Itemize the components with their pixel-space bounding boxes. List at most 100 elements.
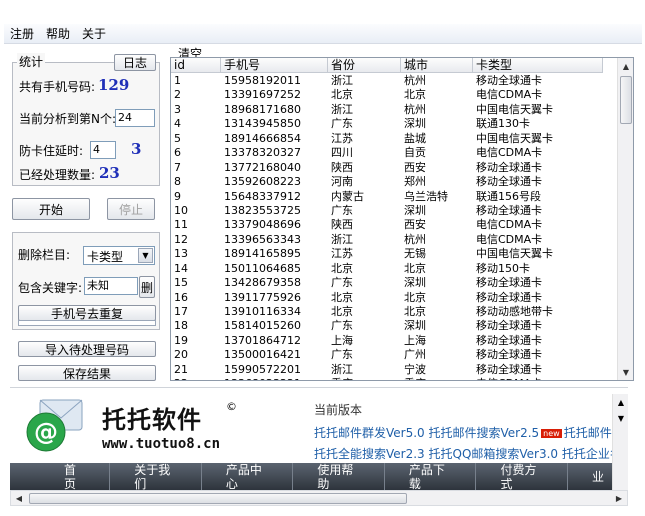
table-cell: 深圳 — [404, 276, 426, 290]
table-cell: 电信CDMA卡 — [476, 88, 543, 102]
banner-hscrollbar[interactable]: ◀ ▶ — [10, 490, 628, 506]
table-cell: 6 — [174, 146, 181, 160]
table-cell: 13911775926 — [224, 290, 301, 304]
banner-vscrollbar[interactable]: ▲ ▼ — [612, 394, 628, 490]
table-cell: 广州 — [404, 348, 426, 362]
table-row[interactable]: 21 15990572201 浙江 宁波 移动全球通卡 — [171, 363, 603, 377]
table-row[interactable]: 4 13143945850 广东 深圳 联通130卡 — [171, 117, 603, 131]
table-cell: 浙江 — [331, 74, 353, 87]
table-cell: 移动全球通卡 — [476, 175, 542, 189]
stats-group-title: 统计 — [17, 53, 46, 70]
table-row[interactable]: 14 15011064685 北京 北京 移动150卡 — [171, 262, 603, 276]
table-row[interactable]: 17 13910116334 北京 北京 移动动感地带卡 — [171, 305, 603, 319]
scroll-right-icon[interactable]: ▶ — [611, 491, 627, 505]
table-cell: 5 — [174, 131, 181, 145]
table-cell: 江苏 — [331, 247, 353, 261]
table-row[interactable]: 2213368023221重庆重庆电信CDMA卡 — [171, 377, 603, 380]
save-button[interactable]: 保存结果 — [18, 365, 156, 381]
menu-register[interactable]: 注册 — [4, 25, 40, 42]
nav-about[interactable]: 关于我们 — [110, 463, 202, 490]
table-cell: 15958192011 — [224, 74, 301, 87]
stop-button[interactable]: 停止 — [107, 198, 155, 220]
table-cell: 14 — [174, 261, 188, 275]
table-cell: 广东 — [331, 276, 353, 290]
table-cell: 电信CDMA卡 — [476, 146, 543, 160]
nav-download[interactable]: 产品下载 — [385, 463, 477, 490]
keyword-input[interactable]: 未知 — [84, 277, 138, 295]
table-cell: 四川 — [331, 146, 353, 160]
table-row[interactable]: 5 18914666854 江苏 盐城 中国电信天翼卡 — [171, 132, 603, 146]
table-cell: 20 — [174, 348, 188, 362]
product-links-line2[interactable]: 托托全能搜索Ver2.3 托托QQ邮箱搜索Ver3.0 托托企业名 — [314, 445, 622, 462]
table-row[interactable]: 16 13911775926 北京 北京 移动全球通卡 — [171, 291, 603, 305]
table-row[interactable]: 3 18968171680 浙江 杭州 中国电信天翼卡 — [171, 103, 603, 117]
table-cell: 中国电信天翼卡 — [476, 247, 553, 261]
table-row[interactable]: 7 13772168040 陕西 西安 移动全球通卡 — [171, 161, 603, 175]
table-row[interactable]: 15 13428679358 广东 深圳 移动全球通卡 — [171, 276, 603, 290]
menu-help[interactable]: 帮助 — [40, 25, 76, 42]
table-body: 1 15958192011 浙江 杭州 移动全球通卡 2 13391697252 北京 北京 电信… — [171, 74, 603, 380]
nav-products[interactable]: 产品中心 — [202, 463, 294, 490]
header-id[interactable]: id — [171, 58, 221, 72]
table-row[interactable]: 1 15958192011 浙江 杭州 移动全球通卡 — [171, 74, 603, 88]
table-row[interactable]: 10 13823553725 广东 深圳 移动全球通卡 — [171, 204, 603, 218]
table-row[interactable]: 18 15814015260 广东 深圳 移动全球通卡 — [171, 319, 603, 333]
header-phone[interactable]: 手机号 — [221, 58, 328, 72]
nav-help[interactable]: 使用帮助 — [293, 463, 385, 490]
hscroll-thumb[interactable] — [29, 493, 407, 504]
start-button[interactable]: 开始 — [12, 198, 90, 220]
banner-scroll-up-icon[interactable]: ▲ — [613, 394, 629, 410]
chevron-down-icon[interactable]: ▼ — [138, 248, 153, 263]
dedupe-button[interactable]: 手机号去重复 — [18, 305, 156, 321]
table-row[interactable]: 6 13378320327 四川 自贡 电信CDMA卡 — [171, 146, 603, 160]
nth-input[interactable]: 24 — [115, 109, 155, 127]
table-vscrollbar[interactable]: ▲ ▼ — [617, 58, 633, 380]
header-province[interactable]: 省份 — [328, 58, 401, 72]
table-row[interactable]: 19 13701864712 上海 上海 移动全球通卡 — [171, 334, 603, 348]
log-button[interactable]: 日志 — [114, 54, 156, 71]
table-cell: 19 — [174, 333, 188, 347]
table-row[interactable]: 12 13396563343 浙江 杭州 电信CDMA卡 — [171, 233, 603, 247]
header-card-type[interactable]: 卡类型 — [473, 58, 603, 72]
table-cell: 北京 — [404, 290, 426, 304]
table-cell: 10 — [174, 203, 188, 217]
table-row[interactable]: 13 18914165895 江苏 无锡 中国电信天翼卡 — [171, 247, 603, 261]
delay-input[interactable]: 4 — [90, 141, 116, 159]
table-cell: 北京 — [331, 290, 353, 304]
table-row[interactable]: 11 13379048696 陕西 西安 电信CDMA卡 — [171, 218, 603, 232]
table-cell: 8 — [174, 175, 181, 189]
header-city[interactable]: 城市 — [401, 58, 473, 72]
table-cell: 15011064685 — [224, 261, 301, 275]
nav-payment[interactable]: 付费方式 — [476, 463, 569, 490]
table-cell: 移动150卡 — [476, 261, 530, 275]
table-cell: 河南 — [331, 175, 353, 189]
table-cell: 13823553725 — [224, 203, 301, 217]
table-row[interactable]: 2 13391697252 北京 北京 电信CDMA卡 — [171, 88, 603, 102]
scroll-down-icon[interactable]: ▼ — [618, 364, 633, 380]
table-cell: 浙江 — [331, 232, 353, 246]
table-cell: 移动动感地带卡 — [476, 305, 553, 318]
table-cell: 杭州 — [404, 102, 426, 116]
table-row[interactable]: 9 15648337912 内蒙古 乌兰浩特 联通156号段 — [171, 190, 603, 204]
nth-label: 当前分析到第N个: — [19, 112, 117, 126]
table-row[interactable]: 20 13500016421 广东 广州 移动全球通卡 — [171, 348, 603, 362]
table-cell: 杭州 — [404, 232, 426, 246]
delete-col-select[interactable]: 卡类型 ▼ — [83, 246, 155, 265]
product-links-text1[interactable]: 托托邮件群发Ver5.0 托托邮件搜索Ver2.5 — [314, 426, 539, 440]
menu-about[interactable]: 关于 — [76, 25, 112, 42]
table-cell: 无锡 — [404, 247, 426, 261]
logo-url[interactable]: www.tuotuo8.cn — [102, 436, 220, 452]
table-cell: 13701864712 — [224, 333, 301, 347]
table-cell: 13592608223 — [224, 175, 301, 189]
scroll-up-icon[interactable]: ▲ — [618, 58, 633, 74]
table-cell: 重庆 — [401, 377, 473, 380]
delete-button[interactable]: 删 — [139, 276, 155, 298]
scroll-left-icon[interactable]: ◀ — [11, 491, 27, 505]
product-links-line1[interactable]: 托托邮件群发Ver5.0 托托邮件搜索Ver2.5 new 托托邮件均 — [314, 424, 624, 441]
import-button[interactable]: 导入待处理号码 — [18, 341, 156, 357]
table-cell: 移动全球通卡 — [476, 333, 542, 347]
banner-scroll-down-icon[interactable]: ▼ — [613, 410, 629, 426]
scroll-thumb[interactable] — [620, 76, 632, 124]
nav-home[interactable]: 首页 — [10, 463, 111, 490]
table-row[interactable]: 8 13592608223 河南 郑州 移动全球通卡 — [171, 175, 603, 189]
